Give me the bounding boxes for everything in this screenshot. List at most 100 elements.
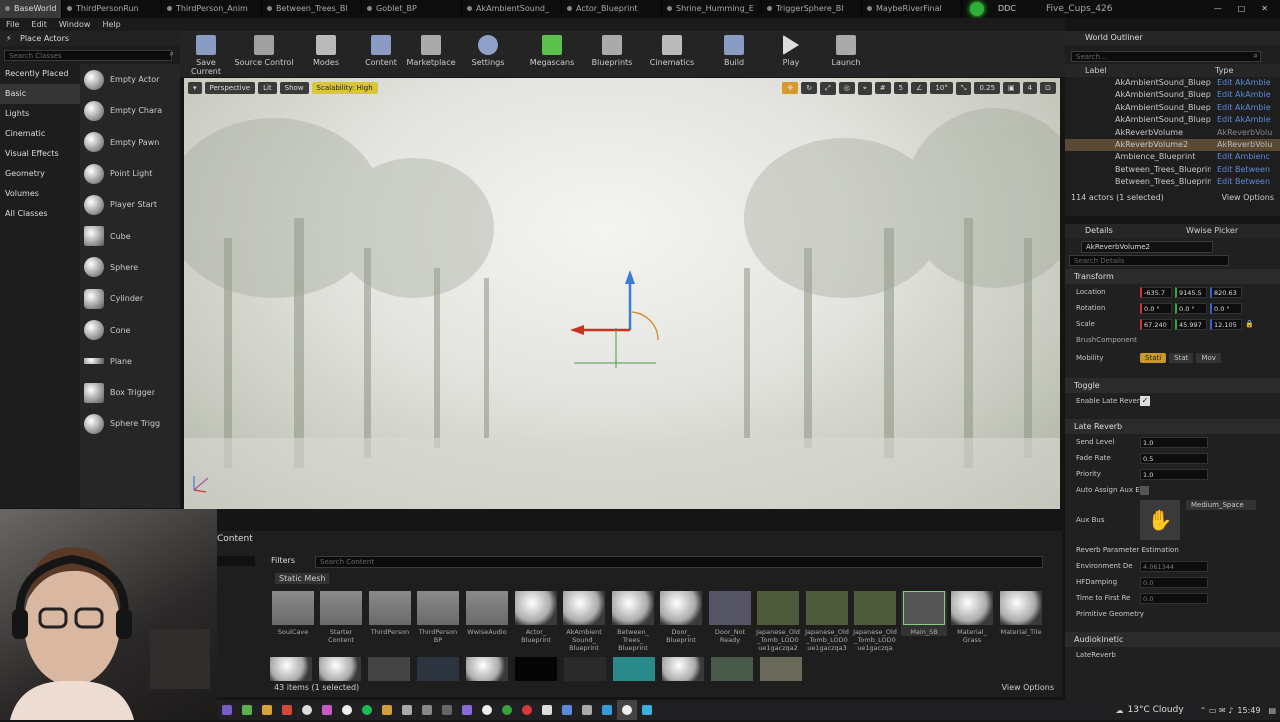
filters-button[interactable]: Filters bbox=[271, 556, 313, 568]
surface-snap-icon[interactable]: ⌖ bbox=[857, 81, 872, 95]
scale-z-field[interactable]: 12.105 bbox=[1210, 318, 1242, 330]
category-recently-placed[interactable]: Recently Placed bbox=[0, 64, 80, 84]
world-space-icon[interactable]: ◎ bbox=[838, 82, 855, 94]
folder-item[interactable]: ThirdPerson bbox=[367, 591, 413, 636]
outliner-row[interactable]: AkAmbientSound_Blueprin Edit AkAmbie bbox=[1065, 89, 1280, 101]
rotate-icon[interactable]: ↻ bbox=[801, 82, 818, 94]
asset-thumbnail[interactable] bbox=[760, 657, 802, 681]
outliner-row-selected[interactable]: AkReverbVolume2 AkReverbVolu bbox=[1065, 138, 1280, 152]
asset-item[interactable]: Between_ Trees_ Blueprint bbox=[610, 591, 656, 652]
outliner-view-options[interactable]: View Options bbox=[1222, 193, 1274, 202]
path-search-input[interactable] bbox=[217, 556, 255, 566]
toggle-section[interactable]: Toggle bbox=[1065, 378, 1280, 393]
folder-item[interactable]: WwiseAudio bbox=[464, 591, 510, 636]
actor-item[interactable]: Empty Pawn bbox=[80, 127, 180, 158]
level-viewport[interactable]: ▾ Perspective Lit Show Scalability: High… bbox=[184, 78, 1060, 509]
location-x-field[interactable]: -635.7 bbox=[1140, 286, 1172, 298]
lock-icon[interactable]: 🔒 bbox=[1245, 320, 1254, 328]
folder-item[interactable]: ThirdPerson BP bbox=[415, 591, 461, 644]
late-reverb-section[interactable]: Late Reverb bbox=[1065, 419, 1280, 434]
category-cinematic[interactable]: Cinematic bbox=[0, 124, 80, 144]
asset-item[interactable]: AkAmbient Sound_ Blueprint bbox=[561, 591, 607, 652]
scale-y-field[interactable]: 45.997 bbox=[1175, 318, 1207, 330]
category-lights[interactable]: Lights bbox=[0, 104, 80, 124]
cinematics-button[interactable]: Cinematics bbox=[640, 31, 704, 77]
build-button[interactable]: Build bbox=[704, 31, 764, 77]
taskbar-app-icon[interactable] bbox=[477, 700, 497, 720]
transform-section[interactable]: Transform bbox=[1065, 269, 1280, 284]
tab-thirdpersonrun[interactable]: ThirdPersonRun bbox=[62, 0, 162, 18]
taskbar-app-icon[interactable] bbox=[317, 700, 337, 720]
taskbar-app-icon[interactable] bbox=[257, 700, 277, 720]
scalability-button[interactable]: Scalability: High bbox=[311, 82, 378, 94]
taskbar-app-icon[interactable] bbox=[637, 700, 657, 720]
tab-wwise-picker[interactable]: Wwise Picker bbox=[1170, 224, 1238, 238]
row-type[interactable]: Edit AkAmbie bbox=[1217, 89, 1271, 101]
asset-item-selected[interactable]: Main_SB bbox=[901, 591, 947, 636]
minimize-icon[interactable]: — bbox=[1214, 0, 1222, 18]
asset-item[interactable]: Japanese_Old _Tomb_LOD0 ue1gaczqa3 bbox=[804, 591, 850, 652]
actor-item[interactable]: Cylinder bbox=[80, 283, 180, 314]
spotify-icon[interactable] bbox=[357, 700, 377, 720]
tab-between-trees[interactable]: Between_Trees_Bl bbox=[262, 0, 362, 18]
mobility-static-toggle[interactable]: Stati bbox=[1140, 353, 1167, 363]
tray-icons[interactable]: ⌃ ▭ ✉ ♪ bbox=[1200, 706, 1234, 715]
settings-button[interactable]: Settings bbox=[456, 31, 520, 77]
asset-item[interactable]: Material_Tile bbox=[998, 591, 1044, 636]
asset-thumbnail[interactable] bbox=[319, 657, 361, 681]
enable-late-reverb-checkbox[interactable]: ✓ bbox=[1140, 396, 1150, 406]
transform-gizmo[interactable] bbox=[564, 268, 664, 368]
taskbar-app-icon[interactable] bbox=[397, 700, 417, 720]
object-name-field[interactable]: AkReverbVolume2 bbox=[1081, 241, 1213, 253]
fade-rate-field[interactable]: 0.5 bbox=[1140, 452, 1208, 464]
camera-speed-icon[interactable]: ▣ bbox=[1003, 82, 1020, 94]
content-search-input[interactable]: Search Content bbox=[315, 556, 1043, 568]
play-button[interactable]: Play bbox=[764, 31, 818, 77]
taskbar-app-icon[interactable] bbox=[237, 700, 257, 720]
megascans-button[interactable]: Megascans bbox=[520, 31, 584, 77]
menu-file[interactable]: File bbox=[0, 18, 25, 31]
asset-thumbnail[interactable] bbox=[662, 657, 704, 681]
taskbar-app-icon[interactable] bbox=[557, 700, 577, 720]
column-label[interactable]: Label bbox=[1065, 64, 1185, 77]
actor-item[interactable]: Cube bbox=[80, 220, 180, 251]
taskbar-app-icon[interactable] bbox=[597, 700, 617, 720]
brush-component-row[interactable]: BrushComponent bbox=[1065, 332, 1280, 348]
scale-snap-icon[interactable]: ⤡ bbox=[955, 81, 972, 95]
save-current-button[interactable]: Save Current bbox=[180, 31, 232, 77]
outliner-row[interactable]: Ambience_Blueprint Edit Ambienc bbox=[1065, 151, 1280, 163]
clock[interactable]: 15:49 bbox=[1237, 706, 1260, 715]
asset-thumbnail[interactable] bbox=[466, 657, 508, 681]
taskbar-app-icon[interactable] bbox=[217, 700, 237, 720]
asset-thumbnail[interactable] bbox=[711, 657, 753, 681]
blueprints-button[interactable]: Blueprints bbox=[584, 31, 640, 77]
show-button[interactable]: Show bbox=[279, 82, 309, 94]
scale-label[interactable]: Scale bbox=[1076, 320, 1140, 328]
category-all-classes[interactable]: All Classes bbox=[0, 204, 80, 224]
actor-item[interactable]: Empty Chara bbox=[80, 95, 180, 126]
priority-field[interactable]: 1.0 bbox=[1140, 468, 1208, 480]
tab-triggersphere[interactable]: TriggerSphere_Bl bbox=[762, 0, 862, 18]
outliner-row[interactable]: Between_Trees_Blueprint Edit Between bbox=[1065, 164, 1280, 176]
camera-speed-value[interactable]: 4 bbox=[1022, 82, 1038, 94]
rotation-y-field[interactable]: 0.0 ° bbox=[1175, 302, 1207, 314]
row-type[interactable]: Edit Between bbox=[1217, 176, 1270, 188]
unreal-taskbar-icon[interactable] bbox=[297, 700, 317, 720]
audiokinetic-section[interactable]: Audiokinetic bbox=[1065, 632, 1280, 647]
modes-button[interactable]: Modes bbox=[296, 31, 356, 77]
row-type[interactable]: Edit Between bbox=[1217, 164, 1270, 176]
close-icon[interactable]: ✕ bbox=[1261, 0, 1268, 18]
actor-item[interactable]: Point Light bbox=[80, 158, 180, 189]
marketplace-button[interactable]: Marketplace bbox=[406, 31, 456, 77]
row-type[interactable]: Edit AkAmbie bbox=[1217, 102, 1271, 114]
taskbar-app-icon[interactable] bbox=[517, 700, 537, 720]
outliner-row[interactable]: AkReverbVolume AkReverbVolu bbox=[1065, 127, 1280, 139]
translate-icon[interactable]: ✥ bbox=[782, 82, 799, 94]
maximize-icon[interactable]: □ bbox=[1238, 0, 1246, 18]
column-type[interactable]: Type bbox=[1185, 64, 1233, 77]
location-label[interactable]: Location bbox=[1076, 288, 1140, 296]
class-search-input[interactable]: Search Classes bbox=[4, 50, 172, 61]
location-y-field[interactable]: 9145.5 bbox=[1175, 286, 1207, 298]
location-z-field[interactable]: 820.63 bbox=[1210, 286, 1242, 298]
angle-snap-icon[interactable]: ∠ bbox=[911, 82, 928, 94]
